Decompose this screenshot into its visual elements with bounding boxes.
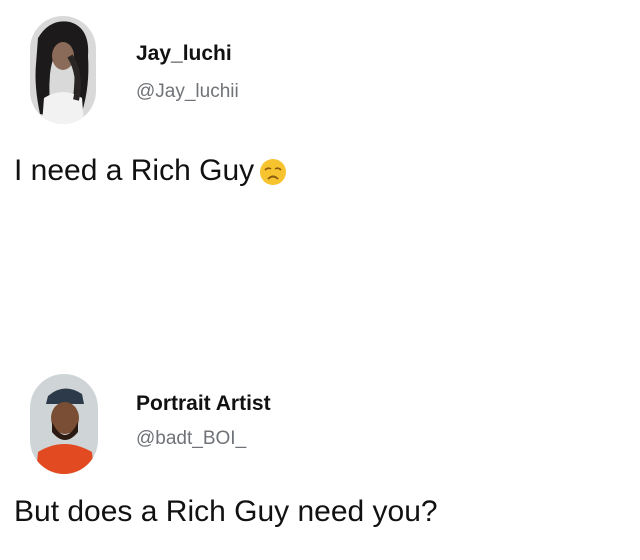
user-handle[interactable]: @badt_BOI_ [136,428,246,450]
avatar-jay-luchi[interactable] [30,16,96,124]
tweet-jay-luchi: Jay_luchi @Jay_luchii I need a Rich Guy [0,0,640,230]
tweet-text: I need a Rich Guy [14,154,288,188]
tweet-portrait-artist: Portrait Artist @badt_BOI_ But does a Ri… [0,360,640,560]
display-name[interactable]: Jay_luchi [136,42,232,66]
tweet-text: But does a Rich Guy need you? [14,495,438,529]
tweet-body: But does a Rich Guy need you? [14,495,438,528]
user-handle[interactable]: @Jay_luchii [136,81,239,103]
tweet-body: I need a Rich Guy [14,154,255,187]
weary-face-emoji-icon [258,156,288,186]
avatar-portrait-artist[interactable] [30,374,98,474]
display-name[interactable]: Portrait Artist [136,392,271,416]
